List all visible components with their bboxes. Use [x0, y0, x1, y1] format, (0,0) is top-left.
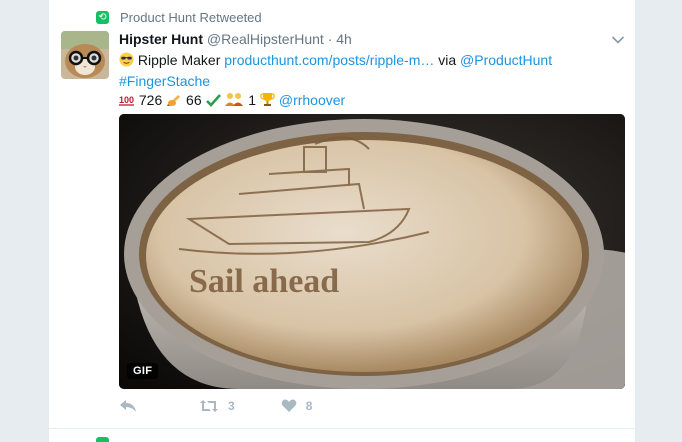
latte-caption: Sail ahead — [189, 263, 339, 300]
product-name: Ripple Maker — [137, 52, 221, 68]
hundred-emoji-icon: 100 — [119, 93, 135, 112]
hashtag-link[interactable]: #FingerStache — [119, 73, 210, 89]
tweet-text-line-1: Ripple Maker producthunt.com/posts/rippl… — [119, 51, 625, 72]
trophy-emoji-icon — [260, 92, 275, 112]
like-count: 8 — [305, 399, 313, 413]
mention-producthunt[interactable]: @ProductHunt — [460, 52, 552, 68]
tweet-timestamp[interactable]: 4h — [336, 31, 352, 47]
reply-button[interactable] — [119, 399, 137, 413]
next-retweet-badge-icon — [96, 437, 109, 442]
author-fullname[interactable]: Hipster Hunt — [119, 31, 203, 47]
sunglasses-emoji-icon — [119, 52, 134, 72]
tweet-card[interactable]: ⟲ Product Hunt Retweeted Hipster Hunt @R… — [48, 0, 636, 442]
avatar-image — [61, 31, 109, 79]
stat-writing-count: 66 — [186, 92, 202, 108]
author-handle[interactable]: @RealHipsterHunt — [207, 31, 324, 47]
writing-hand-emoji-icon — [166, 92, 182, 112]
chevron-down-icon[interactable] — [611, 32, 625, 50]
retweet-badge-icon: ⟲ — [96, 11, 109, 24]
tweet-header: Hipster Hunt @RealHipsterHunt · 4h — [119, 31, 352, 47]
gif-badge: GIF — [127, 363, 159, 379]
check-mark-emoji-icon — [205, 93, 221, 112]
svg-text:100: 100 — [119, 95, 134, 105]
latte-art-image: Sail ahead — [119, 114, 625, 389]
tweet-text-line-2: #FingerStache — [119, 72, 625, 91]
tweet-text-line-3: 100 726 66 1 @rrhoover — [119, 91, 625, 112]
retweet-count: 3 — [228, 399, 235, 413]
like-button[interactable]: 8 — [281, 399, 313, 413]
tweet-media-gif[interactable]: Sail ahead GIF — [119, 114, 625, 389]
stat-people-count: 1 — [248, 92, 257, 108]
retweet-context: ⟲ Product Hunt Retweeted — [96, 10, 262, 25]
avatar[interactable] — [61, 31, 109, 79]
mention-rrhoover[interactable]: @rrhoover — [279, 92, 345, 108]
retweet-context-label: Product Hunt Retweeted — [120, 10, 262, 25]
separator: · — [327, 31, 333, 47]
retweet-icon — [200, 400, 218, 412]
via-label: via — [438, 52, 457, 68]
people-emoji-icon — [224, 92, 244, 112]
reply-icon — [120, 400, 136, 412]
tweet-divider — [49, 428, 635, 429]
stat-hundred-count: 726 — [138, 92, 163, 108]
product-link[interactable]: producthunt.com/posts/ripple-m… — [224, 52, 434, 68]
tweet-actions: 3 8 — [119, 399, 358, 413]
heart-icon — [281, 399, 296, 412]
tweet-text: Ripple Maker producthunt.com/posts/rippl… — [119, 51, 625, 112]
retweet-button[interactable]: 3 — [199, 399, 235, 413]
